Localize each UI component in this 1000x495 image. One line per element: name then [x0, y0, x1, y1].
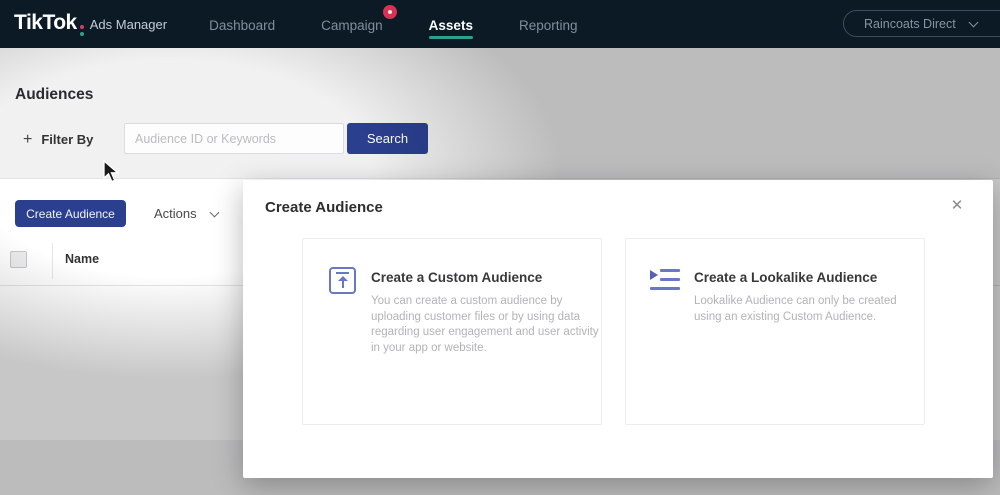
create-audience-button[interactable]: Create Audience: [15, 200, 126, 227]
select-all-checkbox[interactable]: [10, 251, 27, 268]
option-title: Create a Lookalike Audience: [694, 270, 878, 285]
nav-item-campaign[interactable]: Campaign: [321, 3, 397, 45]
page-title: Audiences: [15, 86, 94, 103]
nav-item-assets[interactable]: Assets: [428, 3, 474, 45]
tiktok-logo-colon-icon: [79, 24, 84, 36]
filter-by-label: Filter By: [41, 132, 94, 147]
option-title: Create a Custom Audience: [371, 270, 543, 285]
chevron-down-icon: [209, 207, 220, 217]
nav-item-dashboard[interactable]: Dashboard: [209, 3, 275, 45]
search-button[interactable]: Search: [347, 123, 428, 154]
filter-by-button[interactable]: + Filter By: [15, 124, 101, 155]
nav-item-campaign-label: Campaign: [321, 18, 383, 33]
actions-dropdown[interactable]: Actions: [148, 200, 224, 227]
column-divider: [52, 243, 53, 279]
brand: TikTok Ads Manager: [14, 11, 167, 38]
tiktok-logo: TikTok: [14, 10, 77, 34]
lookalike-audience-option-card[interactable]: Create a Lookalike Audience Lookalike Au…: [625, 238, 925, 425]
nav-item-reporting[interactable]: Reporting: [519, 3, 578, 45]
lookalike-icon: [650, 267, 680, 294]
option-description: You can create a custom audience by uplo…: [371, 295, 599, 354]
search-input[interactable]: [124, 123, 344, 154]
option-description: Lookalike Audience can only be created u…: [694, 295, 897, 323]
actions-label: Actions: [154, 206, 197, 221]
create-audience-modal: Create Audience ✕ Create a Custom Audien…: [243, 180, 993, 478]
top-nav: TikTok Ads Manager Dashboard Campaign As…: [0, 0, 1000, 48]
plus-icon: +: [23, 130, 33, 148]
account-selector[interactable]: Raincoats Direct: [843, 10, 1000, 37]
brand-suffix: Ads Manager: [89, 16, 168, 32]
close-icon[interactable]: ✕: [947, 196, 967, 216]
custom-audience-option-card[interactable]: Create a Custom Audience You can create …: [302, 238, 602, 425]
upload-icon: [329, 267, 356, 294]
nav-items: Dashboard Campaign Assets Reporting: [209, 3, 578, 45]
chevron-down-icon: [968, 17, 979, 27]
column-header-name: Name: [65, 252, 100, 266]
account-name: Raincoats Direct: [864, 16, 956, 31]
notification-badge: [382, 5, 397, 19]
modal-title: Create Audience: [265, 199, 383, 216]
